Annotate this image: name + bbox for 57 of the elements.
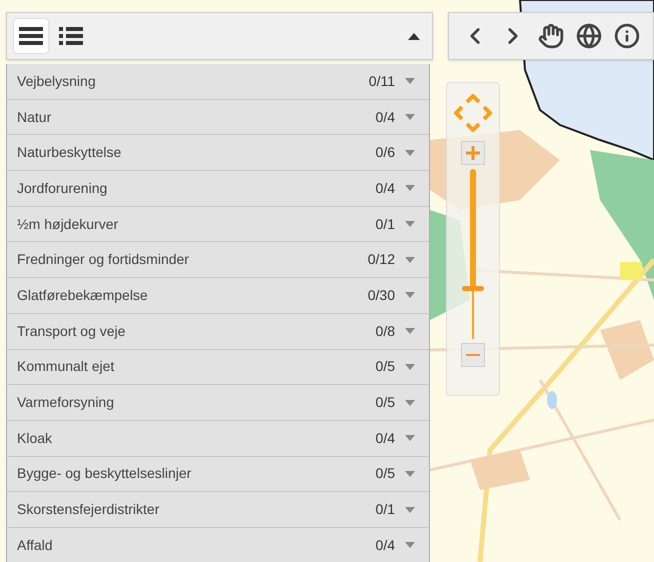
layer-name: Bygge- og beskyttelseslinjer (17, 464, 192, 484)
caret-icon (405, 506, 415, 513)
layer-name: Transport og veje (17, 322, 126, 341)
layer-name: Fredninger og fortidsminder (17, 250, 190, 270)
zoom-slider-thumb[interactable] (462, 286, 484, 291)
layer-count: 0/4 (376, 428, 395, 448)
layer-count: 0/5 (376, 357, 395, 376)
info-icon (614, 23, 640, 49)
caret-icon (405, 221, 415, 228)
layer-group-row[interactable]: Bygge- og beskyttelseslinjer 0/5 (7, 456, 429, 492)
caret-icon (405, 328, 415, 334)
layer-name: Natur (17, 108, 52, 127)
layer-count: 0/12 (368, 250, 395, 270)
arrows-icon (454, 94, 492, 132)
layer-name: Glatførebekæmpelse (17, 286, 149, 305)
caret-icon (405, 470, 415, 477)
layer-count: 0/11 (368, 72, 395, 91)
layer-name: Naturbeskyttelse (17, 143, 122, 162)
hand-icon (538, 23, 564, 49)
layer-count: 0/6 (376, 143, 395, 162)
caret-icon (405, 364, 415, 370)
layer-name: Varmeforsyning (17, 393, 116, 412)
caret-icon (405, 114, 415, 120)
menu-icon (19, 25, 43, 47)
plus-icon (466, 146, 480, 160)
layer-name: Skorstensfejerdistrikter (17, 500, 160, 520)
caret-icon (405, 256, 415, 263)
layer-name: Affald (17, 536, 54, 555)
layer-count: 0/1 (376, 500, 395, 520)
layer-name: Vejbelysning (17, 72, 97, 91)
globe-icon (576, 23, 602, 49)
minus-icon (466, 353, 480, 357)
layer-count: 0/1 (376, 214, 395, 234)
layer-count: 0/4 (376, 178, 395, 198)
layer-group-row[interactable]: Kommunalt ejet 0/5 (7, 350, 429, 386)
layer-count: 0/8 (376, 322, 395, 341)
caret-icon (405, 150, 415, 156)
zoom-slider-track[interactable] (462, 169, 484, 339)
layer-name: Kommunalt ejet (17, 357, 116, 376)
caret-icon (405, 435, 415, 442)
list-icon (59, 25, 83, 47)
layer-name: Jordforurening (17, 178, 108, 198)
layer-group-row[interactable]: Natur 0/4 (7, 100, 429, 136)
layer-count: 0/5 (376, 464, 395, 484)
layer-count: 0/5 (376, 393, 395, 412)
layer-count: 0/4 (376, 536, 395, 555)
layer-count: 0/4 (376, 108, 395, 127)
caret-icon (405, 400, 415, 406)
caret-icon (405, 542, 415, 548)
layer-name: Kloak (17, 428, 54, 448)
caret-icon (408, 32, 420, 40)
layer-count: 0/30 (368, 286, 395, 305)
caret-icon (405, 185, 415, 192)
caret-icon (405, 292, 415, 298)
caret-icon (405, 78, 415, 84)
layer-name: ½m højdekurver (17, 214, 120, 234)
view-mode-tab[interactable] (13, 18, 49, 54)
